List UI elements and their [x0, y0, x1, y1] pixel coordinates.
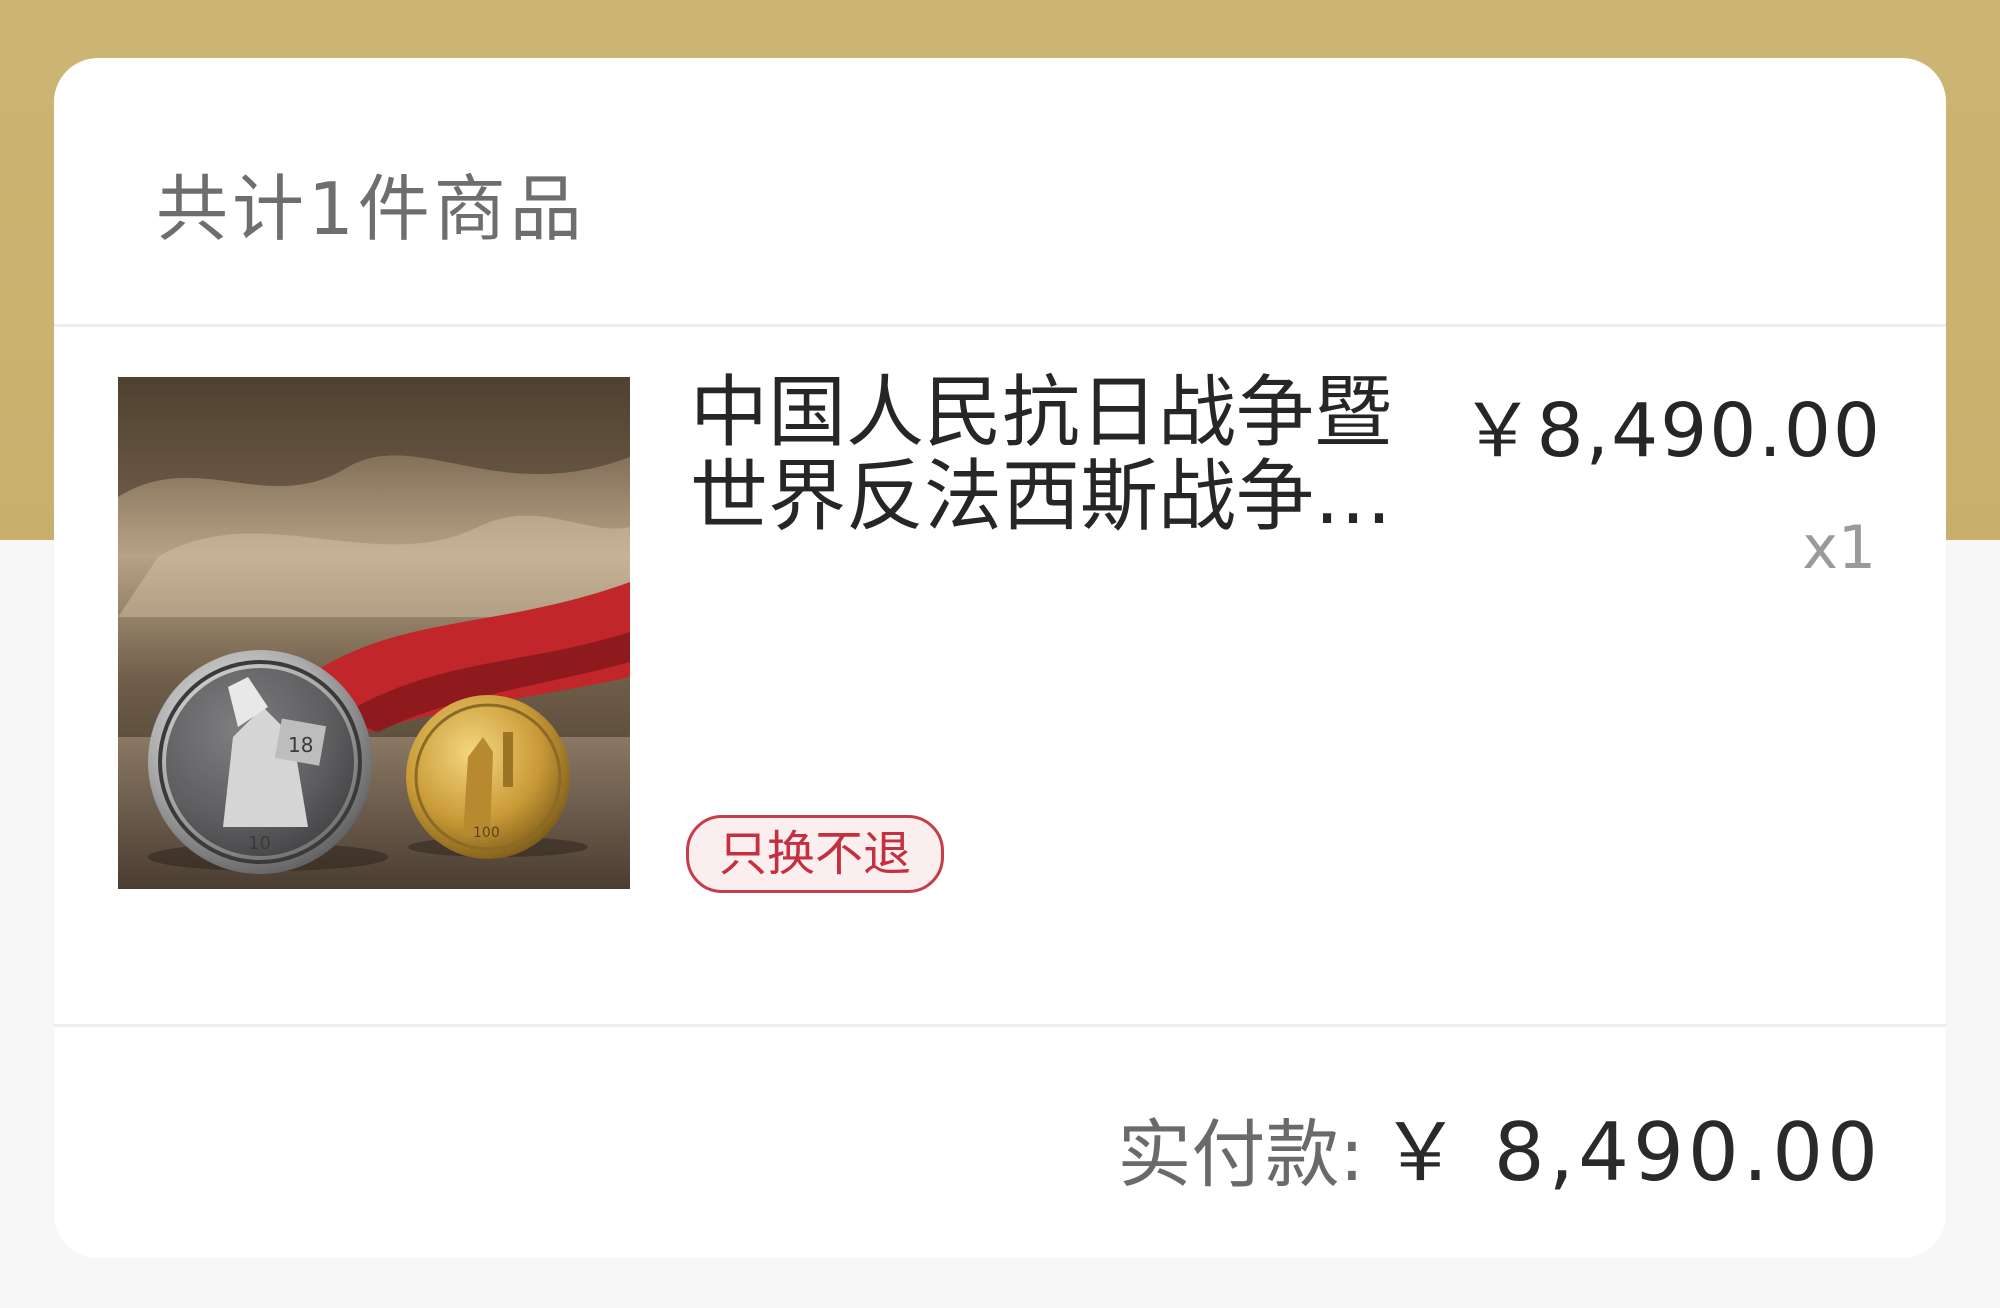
coin-set-product-image: 18 10 100 — [118, 377, 630, 889]
silver-coin-denomination: 10 — [248, 833, 271, 854]
exchange-only-badge: 只换不退 — [686, 815, 945, 893]
total-amount: ￥ 8,490.00 — [1380, 1106, 1882, 1199]
total-label: 实付款: — [1117, 1112, 1365, 1198]
product-quantity: x1 — [1802, 513, 1876, 583]
total-payment: 实付款: ￥ 8,490.00 — [1117, 1088, 1882, 1204]
item-count-label: 共计1件商品 — [156, 167, 586, 251]
card-header: 共计1件商品 — [54, 58, 1946, 326]
product-row[interactable]: 18 10 100 中国人民抗日战争暨世界反法西斯战争… ￥8,490.00 x… — [54, 327, 1946, 1024]
divider — [54, 1024, 1946, 1027]
order-summary-card: 共计1件商品 18 10 100 中国人民抗日战争暨世界反法西斯战争… ￥8,4… — [54, 58, 1946, 1258]
product-title[interactable]: 中国人民抗日战争暨世界反法西斯战争… — [690, 371, 1450, 539]
product-image[interactable]: 18 10 100 — [118, 377, 630, 889]
silver-coin-year-mark: 18 — [288, 733, 313, 757]
product-price: ￥8,490.00 — [1460, 388, 1882, 474]
gold-coin-denomination: 100 — [473, 825, 500, 841]
